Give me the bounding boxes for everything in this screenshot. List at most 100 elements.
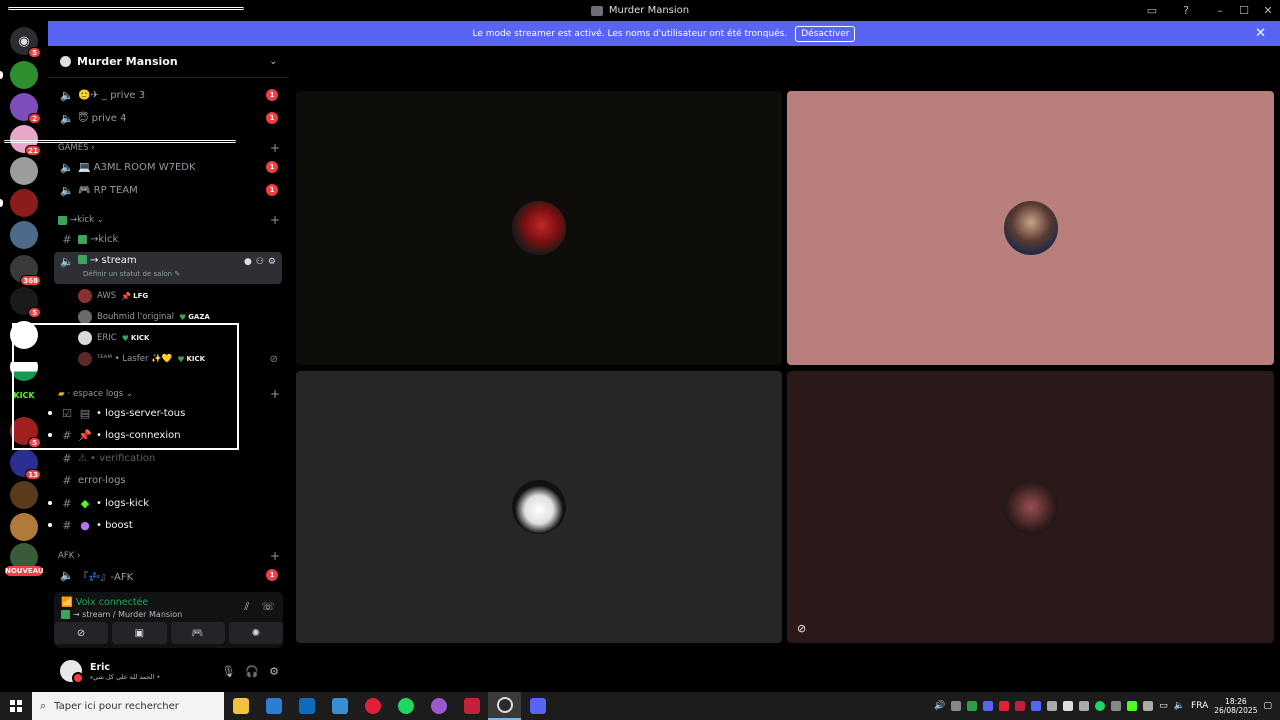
taskbar-app-opera[interactable] [356, 692, 389, 720]
taskbar-app-spotify[interactable] [389, 692, 422, 720]
category-afk[interactable]: AFK › + [58, 549, 280, 563]
channel-prive-4[interactable]: 🔈 😇 prive 4 1 [54, 108, 282, 128]
voice-tile[interactable] [296, 371, 782, 643]
voice-user[interactable]: ᵀᴱᴬᴹ • Lasfer ✨💛 ♥ KICK ⊘ [78, 350, 278, 368]
maximize-button[interactable]: ☐ [1232, 4, 1256, 17]
server-icon-dark-red[interactable]: 5 [10, 417, 41, 448]
headphones-icon[interactable]: 🎧 [245, 665, 259, 678]
taskbar-app-outlook[interactable] [290, 692, 323, 720]
category-espace-logs[interactable]: ▰ · espace logs ⌄ + [58, 387, 280, 401]
taskbar-app-explorer[interactable] [224, 692, 257, 720]
add-channel-icon[interactable]: + [270, 549, 280, 563]
channel-kick-text[interactable]: # →kick [54, 229, 282, 249]
activity-button[interactable]: 🎮 [170, 622, 225, 644]
channel-logs-kick[interactable]: # ◆ • logs-kick [48, 493, 282, 513]
language-indicator[interactable]: FRA [1191, 701, 1208, 711]
channel-verification[interactable]: # ⚠ • verification [54, 448, 282, 468]
network-icon[interactable]: ▭ [1159, 701, 1168, 711]
add-channel-icon[interactable]: + [270, 141, 280, 155]
channel-logs-server-tous[interactable]: ☑ ▤ • logs-server-tous [48, 403, 282, 423]
gear-icon[interactable]: ⚙ [269, 665, 279, 678]
voice-tile[interactable] [787, 91, 1274, 365]
tray-app-icon[interactable] [1047, 701, 1058, 711]
help-icon[interactable]: ? [1174, 4, 1198, 17]
server-icon-pink[interactable]: 21 [10, 125, 41, 156]
tray-app-icon[interactable] [1063, 701, 1074, 711]
home-button[interactable]: ◉ 5 [10, 27, 41, 58]
disconnect-icon[interactable]: ☏ [261, 600, 275, 614]
category-games[interactable]: GAMES › + [58, 141, 280, 155]
server-icon-brown[interactable] [10, 481, 38, 509]
voice-user[interactable]: Bouhmid l'original ♥ GAZA [78, 308, 278, 326]
taskbar-app-blue[interactable] [323, 692, 356, 720]
notification-icon[interactable]: ▢ [1263, 701, 1272, 711]
close-icon[interactable]: ✕ [1255, 26, 1266, 41]
server-icon-char[interactable] [10, 157, 38, 185]
close-button[interactable]: ✕ [1256, 4, 1280, 17]
server-icon-kick[interactable]: KICK [4, 391, 44, 400]
taskbar-app-store[interactable] [257, 692, 290, 720]
tray-app-icon[interactable] [1143, 701, 1154, 711]
server-icon-white[interactable] [10, 321, 38, 349]
channel-afk[interactable]: 🔈 『💤』-AFK 1 [54, 565, 282, 585]
server-icon-red[interactable] [0, 189, 38, 217]
channel-a3ml-room[interactable]: 🔈 💻 A3ML ROOM W7EDK 1 [54, 157, 282, 177]
channel-status-hint[interactable]: Définir un statut de salon ✎ [83, 270, 180, 278]
voice-tile[interactable] [296, 91, 782, 365]
microphone-icon[interactable]: 🎙 [221, 665, 235, 678]
screen-share-button[interactable]: ▣ [112, 622, 167, 644]
server-icon-hand[interactable]: 5 [10, 287, 41, 318]
channel-prive-3[interactable]: 🔈 🙂✈ _ prive 3 1 [54, 85, 282, 105]
tray-app-icon[interactable] [1031, 701, 1042, 711]
channel-rp-team[interactable]: 🔈 🎮 RP TEAM 1 [54, 180, 282, 200]
tray-app-icon[interactable] [1079, 701, 1090, 711]
server-icon-robot[interactable] [0, 61, 38, 89]
inbox-icon[interactable]: ▭ [1140, 4, 1164, 17]
channel-stream-active[interactable]: 🔈 → stream Définir un statut de salon ✎ … [54, 252, 282, 284]
minimize-button[interactable]: – [1208, 4, 1232, 17]
gear-icon[interactable]: ⚙ [268, 257, 276, 267]
server-icon-gold[interactable] [10, 513, 38, 541]
taskbar-app-messenger[interactable] [422, 692, 455, 720]
chat-icon[interactable]: ● [244, 257, 252, 267]
noise-suppression-icon[interactable]: ⫽ [244, 600, 249, 614]
channel-boost[interactable]: # ● • boost [48, 515, 282, 535]
channel-logs-connexion[interactable]: # 📌 • logs-connexion [48, 425, 282, 445]
server-header[interactable]: Murder Mansion ⌄ [48, 46, 289, 78]
tray-app-icon[interactable] [1015, 701, 1026, 711]
taskbar-app-discord[interactable] [521, 692, 554, 720]
tray-app-icon[interactable] [999, 701, 1010, 711]
voice-tile[interactable]: ⊘ [787, 371, 1274, 643]
taskbar-app-video[interactable] [455, 692, 488, 720]
server-icon-flag[interactable] [10, 353, 38, 381]
speaker-icon[interactable]: 🔊 [934, 701, 945, 711]
disable-streamer-button[interactable]: Désactiver [795, 25, 856, 42]
discord-window: Murder Mansion ▭ ? – ☐ ✕ ◉ 5 2 21 368 5 … [0, 0, 1280, 720]
volume-icon[interactable]: 🔈 [1174, 701, 1185, 711]
avatar[interactable] [58, 658, 84, 684]
tray-app-icon[interactable] [1127, 701, 1138, 711]
soundboard-button[interactable]: ✺ [228, 622, 283, 644]
camera-off-button[interactable]: ⊘ [54, 622, 109, 644]
voice-user[interactable]: AWS 📌 LFG [78, 287, 278, 305]
tray-app-icon[interactable] [983, 701, 994, 711]
add-channel-icon[interactable]: + [270, 387, 280, 401]
server-icon-ra[interactable]: 368 [10, 255, 41, 286]
server-icon-anime[interactable]: 2 [10, 93, 41, 124]
avatar [78, 289, 92, 303]
tray-app-icon[interactable] [951, 701, 962, 711]
start-button[interactable] [0, 692, 32, 720]
taskbar-search[interactable]: ⌕ Taper ici pour rechercher [32, 692, 224, 720]
spotify-icon[interactable] [1095, 701, 1106, 711]
category-kick[interactable]: →kick ⌄ + [58, 213, 280, 227]
tray-app-icon[interactable] [967, 701, 978, 711]
invite-icon[interactable]: ⚇ [256, 257, 264, 267]
server-icon-social-club[interactable] [10, 221, 38, 249]
channel-error-logs[interactable]: # error-logs [54, 470, 282, 490]
taskbar-app-obs[interactable] [488, 692, 521, 720]
add-channel-icon[interactable]: + [270, 213, 280, 227]
clock[interactable]: 18:26 26/08/2025 [1214, 697, 1257, 715]
server-icon-blue[interactable]: 13 [10, 449, 41, 480]
voice-user[interactable]: ERIC ♥ KICK [78, 329, 278, 347]
tray-app-icon[interactable] [1111, 701, 1122, 711]
